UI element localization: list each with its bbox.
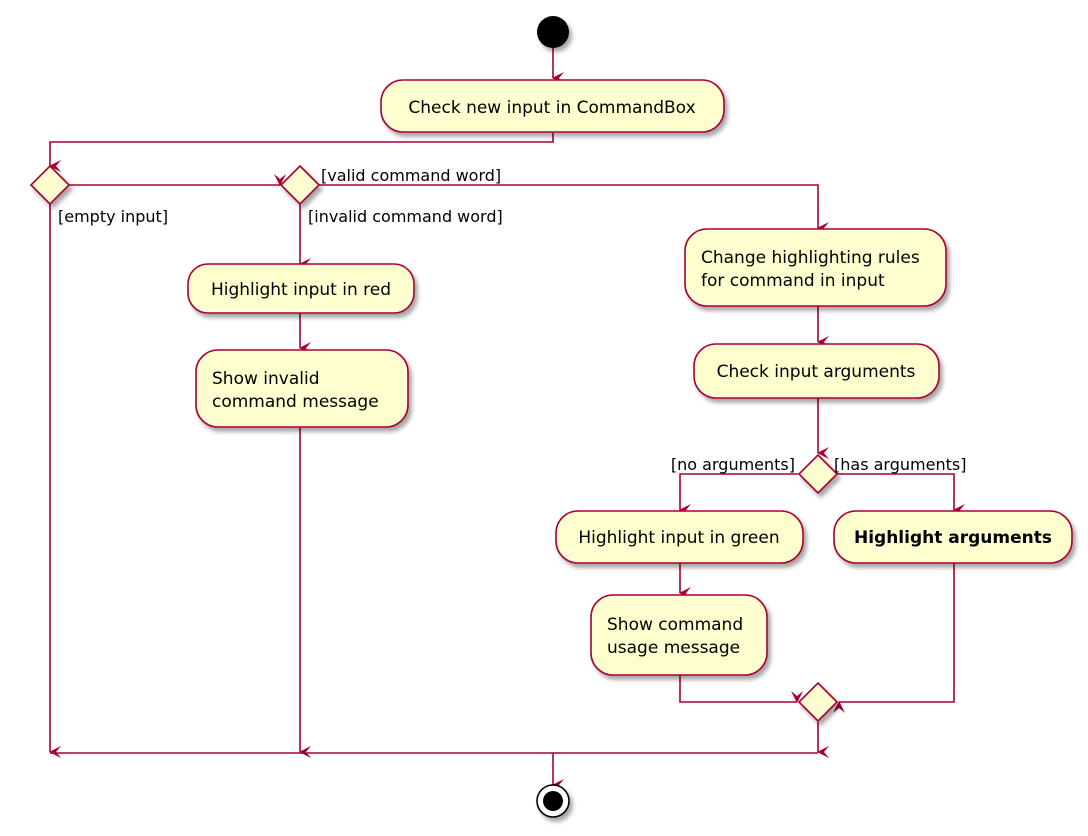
- action-highlight-args-label: Highlight arguments: [854, 528, 1052, 548]
- action-highlight-red-label: Highlight input in red: [211, 280, 391, 300]
- action-check-args-label: Check input arguments: [717, 362, 916, 382]
- action-change-rules-label-1: Change highlighting rules: [701, 248, 920, 268]
- decision-arguments: [797, 453, 839, 495]
- action-show-usage-label-1: Show command: [607, 615, 743, 635]
- decision-empty-input: [29, 164, 71, 206]
- start-node: [537, 16, 569, 48]
- guard-has-arguments: [has arguments]: [834, 455, 966, 474]
- activity-diagram: Check new input in CommandBox Highlight …: [0, 0, 1088, 836]
- edge-no-arguments: [679, 473, 798, 516]
- action-highlight-green-label: Highlight input in green: [578, 528, 779, 548]
- decision-command-word: [279, 164, 321, 206]
- merge-arguments: [797, 681, 839, 723]
- edge-has-arguments: [837, 473, 965, 516]
- guard-no-arguments: [no arguments]: [671, 455, 795, 474]
- action-show-usage-label-2: usage message: [607, 638, 740, 658]
- edge-check-decision1: [49, 133, 554, 172]
- guard-valid-command: [valid command word]: [321, 166, 501, 185]
- action-show-invalid-label-2: command message: [212, 392, 379, 412]
- edge-usage-merge: [679, 675, 803, 703]
- guard-empty-input: [empty input]: [58, 207, 168, 226]
- action-check-input-label: Check new input in CommandBox: [408, 98, 695, 118]
- diagram-svg: Check new input in CommandBox Highlight …: [29, 16, 1073, 818]
- action-show-invalid-label-1: Show invalid: [212, 369, 320, 389]
- guard-invalid-command: [invalid command word]: [308, 207, 503, 226]
- action-change-rules-label-2: for command in input: [701, 271, 885, 291]
- action-show-usage: [590, 594, 768, 676]
- end-node: [536, 784, 570, 818]
- edge-args-merge: [833, 563, 955, 713]
